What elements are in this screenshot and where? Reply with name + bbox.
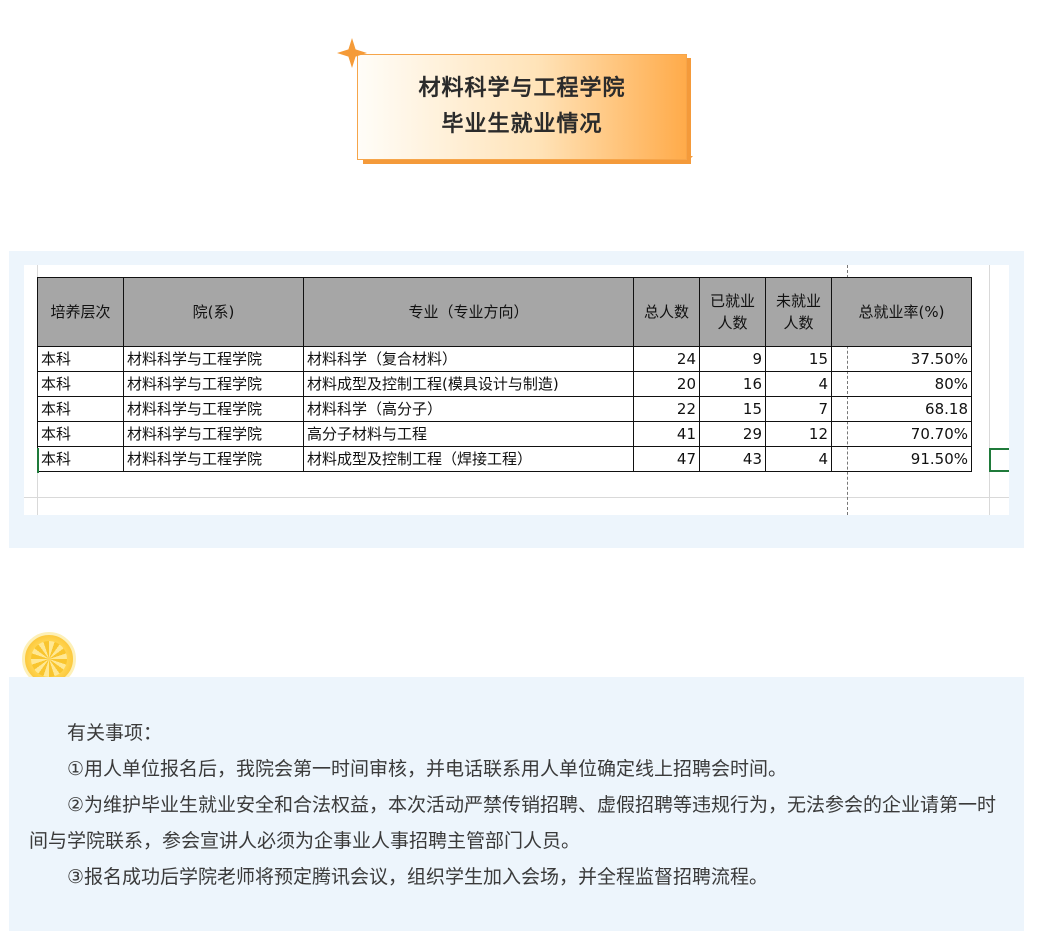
cell-major: 高分子材料与工程 (303, 421, 634, 447)
header-cell: 院(系) (123, 277, 304, 347)
table-row: 本科 材料科学与工程学院 材料科学（复合材料） 24 9 15 37.50% (37, 346, 972, 372)
cell-unemployed: 15 (765, 346, 832, 372)
cell-level: 本科 (37, 396, 124, 422)
cell-employed: 43 (699, 446, 766, 472)
selected-cell-outline (989, 448, 1009, 472)
cell-college: 材料科学与工程学院 (123, 371, 304, 397)
selection-marker (37, 448, 39, 473)
cell-unemployed: 7 (765, 396, 832, 422)
notes-heading: 有关事项： (67, 722, 163, 744)
spreadsheet-image: 培养层次 院(系) 专业（专业方向） 总人数 已就业人数 未就业人数 总就业率(… (24, 265, 1009, 515)
table-row: 本科 材料科学与工程学院 材料科学（高分子） 22 15 7 68.18 (37, 396, 972, 422)
cell-total: 20 (633, 371, 700, 397)
cell-major: 材料科学（复合材料） (303, 346, 634, 372)
cell-rate: 68.18 (831, 396, 972, 422)
cell-college: 材料科学与工程学院 (123, 396, 304, 422)
cell-rate: 91.50% (831, 446, 972, 472)
title-box: 材料科学与工程学院 毕业生就业情况 (357, 54, 687, 160)
header-cell: 培养层次 (37, 277, 124, 347)
cell-rate: 80% (831, 371, 972, 397)
header-cell: 专业（专业方向） (303, 277, 634, 347)
header-cell: 总人数 (633, 277, 700, 347)
grid-line (989, 265, 990, 515)
header-cell: 未就业人数 (765, 277, 832, 347)
table-row: 本科 材料科学与工程学院 材料成型及控制工程(模具设计与制造) 20 16 4 … (37, 371, 972, 397)
cell-rate: 70.70% (831, 421, 972, 447)
cell-employed: 16 (699, 371, 766, 397)
cell-college: 材料科学与工程学院 (123, 421, 304, 447)
table-row: 本科 材料科学与工程学院 材料成型及控制工程（焊接工程） 47 43 4 91.… (37, 446, 972, 472)
cell-level: 本科 (37, 421, 124, 447)
cell-employed: 29 (699, 421, 766, 447)
notes-item-3: ③报名成功后学院老师将预定腾讯会议，组织学生加入会场，并全程监督招聘流程。 (67, 866, 769, 888)
cell-rate: 37.50% (831, 346, 972, 372)
cell-employed: 9 (699, 346, 766, 372)
cell-level: 本科 (37, 371, 124, 397)
cell-college: 材料科学与工程学院 (123, 446, 304, 472)
cell-employed: 15 (699, 396, 766, 422)
cell-unemployed: 12 (765, 421, 832, 447)
notes-panel: 有关事项： ①用人单位报名后，我院会第一时间审核，并电话联系用人单位确定线上招聘… (9, 677, 1024, 931)
employment-table: 培养层次 院(系) 专业（专业方向） 总人数 已就业人数 未就业人数 总就业率(… (37, 277, 972, 472)
cell-total: 22 (633, 396, 700, 422)
table-header-row: 培养层次 院(系) 专业（专业方向） 总人数 已就业人数 未就业人数 总就业率(… (37, 277, 972, 347)
cell-level: 本科 (37, 346, 124, 372)
title-line-2: 毕业生就业情况 (441, 112, 603, 137)
cell-major: 材料科学（高分子） (303, 396, 634, 422)
table-panel: 培养层次 院(系) 专业（专业方向） 总人数 已就业人数 未就业人数 总就业率(… (9, 251, 1024, 548)
cell-level: 本科 (37, 446, 124, 472)
notes-text: 有关事项： ①用人单位报名后，我院会第一时间审核，并电话联系用人单位确定线上招聘… (29, 715, 1009, 895)
cell-unemployed: 4 (765, 446, 832, 472)
grid-line (24, 497, 1009, 498)
header-cell: 已就业人数 (699, 277, 766, 347)
notes-item-2: ②为维护毕业生就业安全和合法权益，本次活动严禁传销招聘、虚假招聘等违规行为，无法… (29, 794, 997, 852)
cell-total: 47 (633, 446, 700, 472)
cell-college: 材料科学与工程学院 (123, 346, 304, 372)
cell-major: 材料成型及控制工程(模具设计与制造) (303, 371, 634, 397)
cell-total: 24 (633, 346, 700, 372)
title-banner: 材料科学与工程学院 毕业生就业情况 (337, 38, 697, 168)
table-row: 本科 材料科学与工程学院 高分子材料与工程 41 29 12 70.70% (37, 421, 972, 447)
cell-unemployed: 4 (765, 371, 832, 397)
notes-item-1: ①用人单位报名后，我院会第一时间审核，并电话联系用人单位确定线上招聘会时间。 (67, 758, 788, 780)
title-line-1: 材料科学与工程学院 (418, 76, 626, 101)
cell-total: 41 (633, 421, 700, 447)
header-cell: 总就业率(%) (831, 277, 972, 347)
cell-major: 材料成型及控制工程（焊接工程） (303, 446, 634, 472)
